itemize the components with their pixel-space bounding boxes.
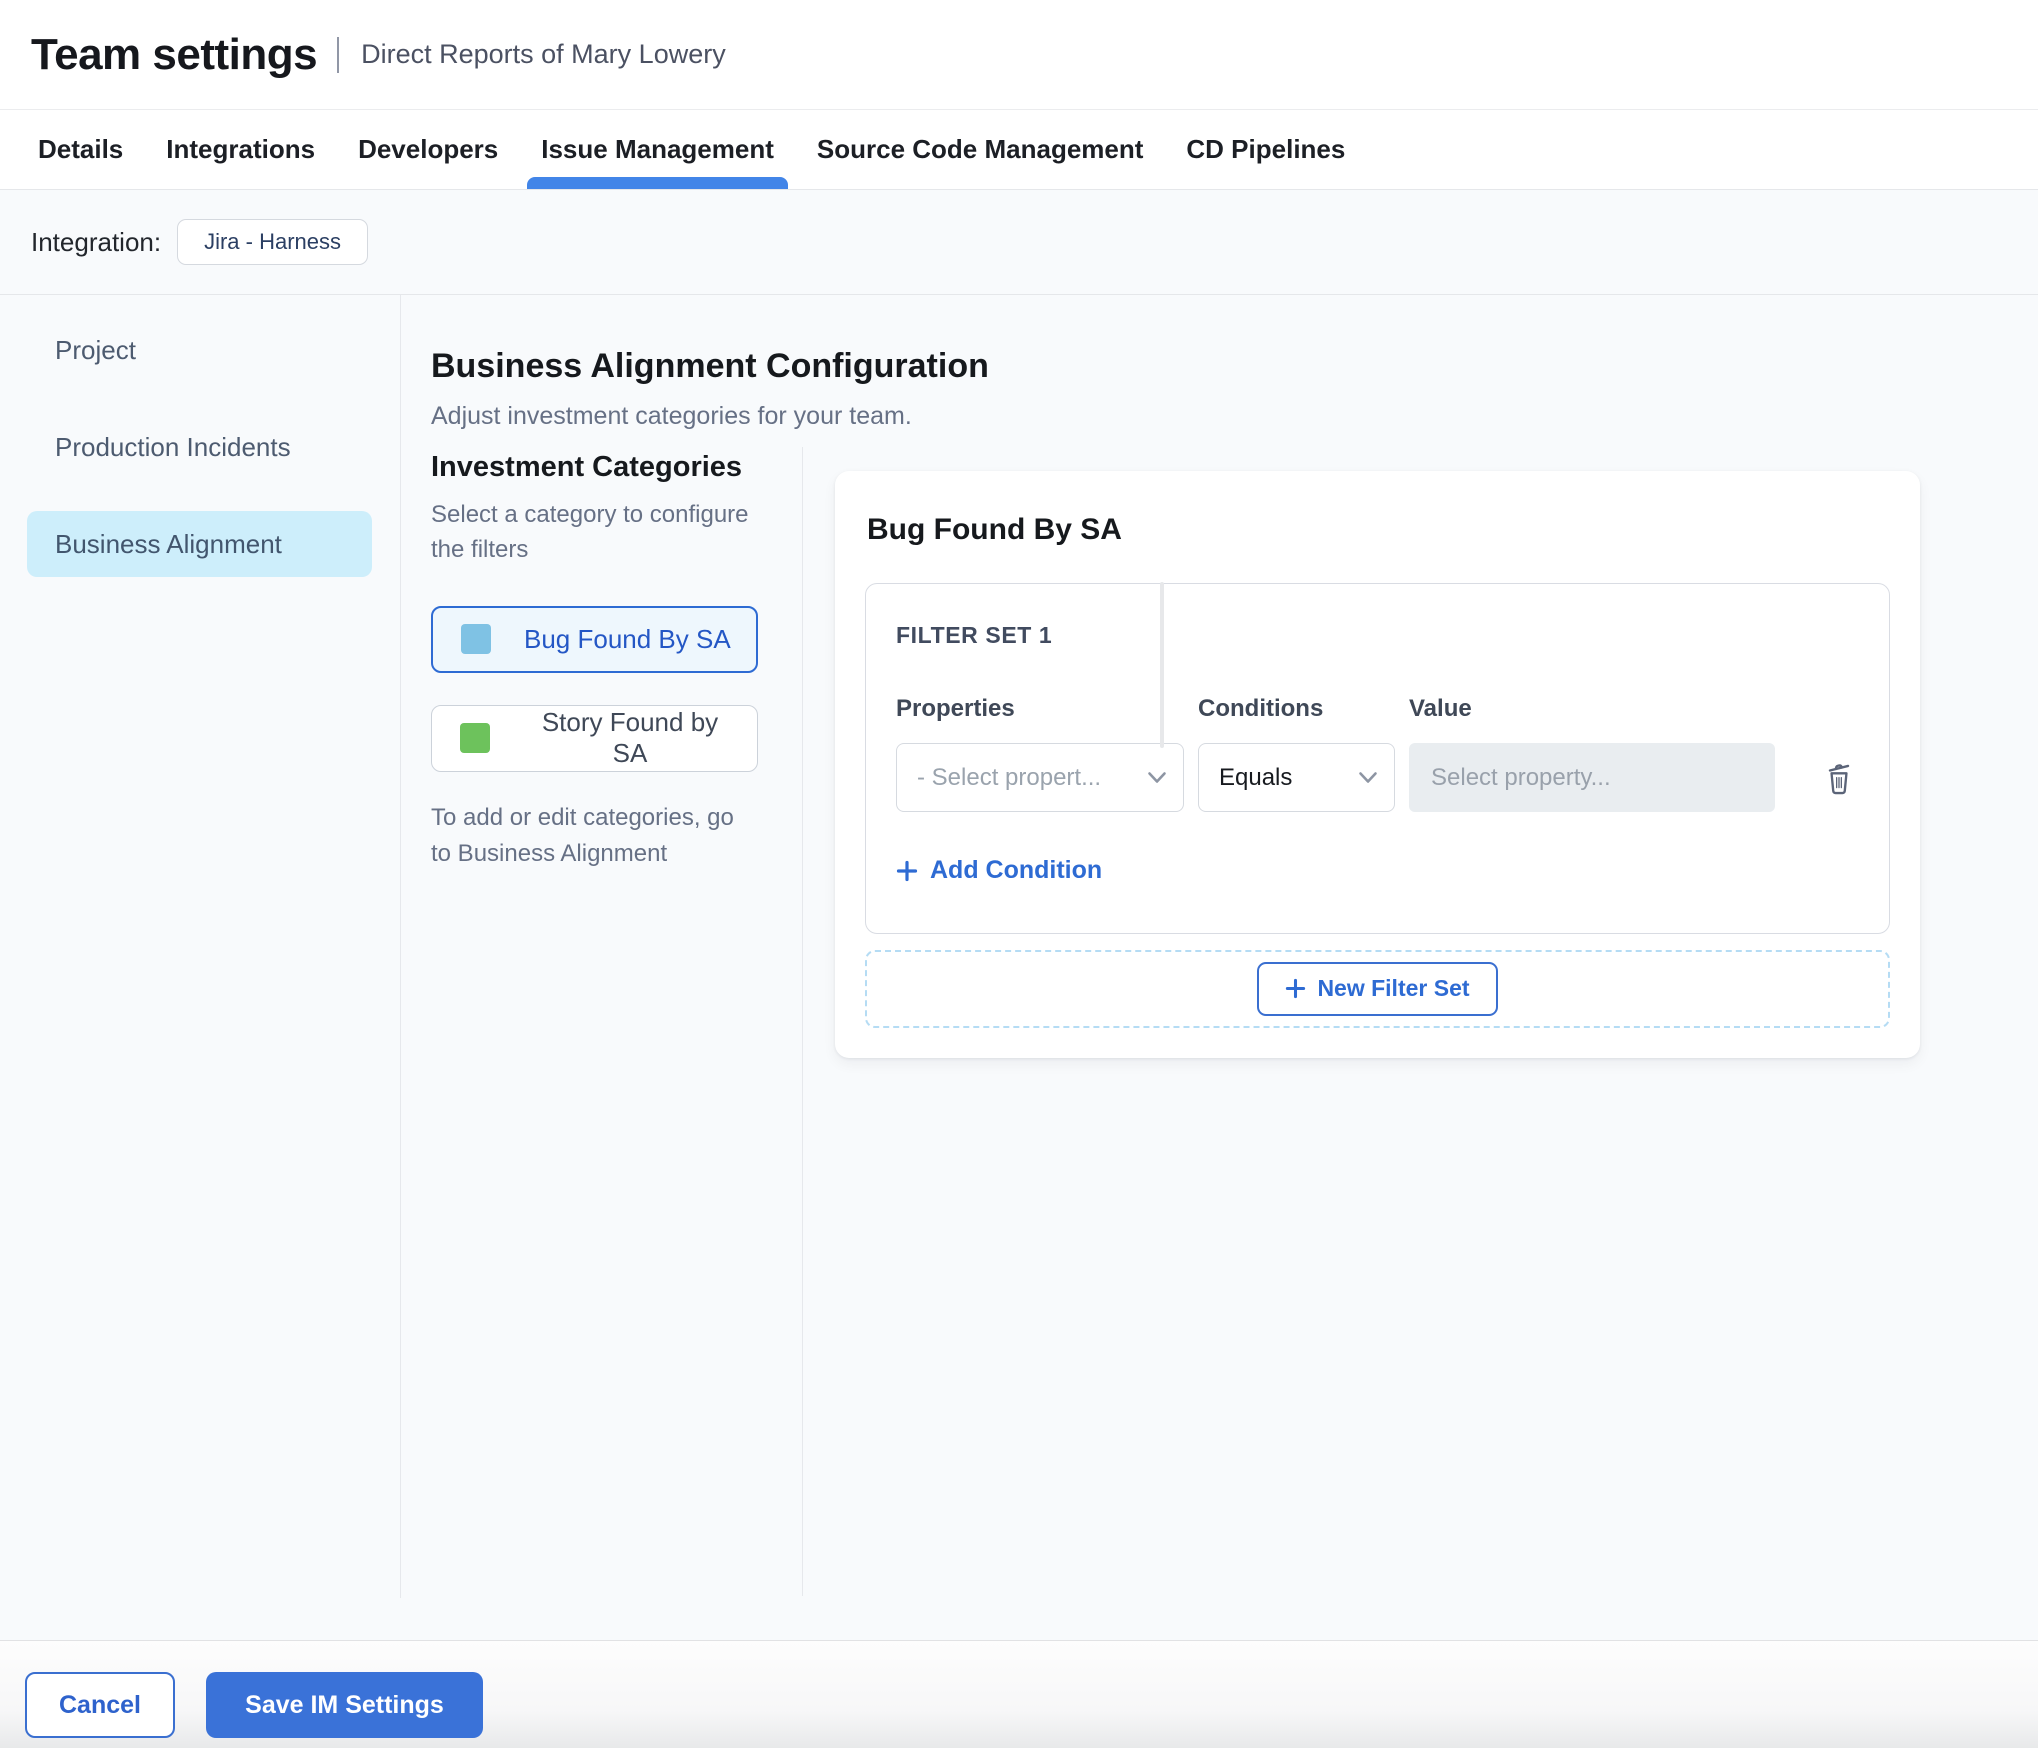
settings-footer: Cancel Save IM Settings xyxy=(0,1640,2038,1748)
title-divider xyxy=(337,36,340,73)
filter-set-label: FILTER SET 1 xyxy=(896,622,1053,648)
filter-card-title: Bug Found By SA xyxy=(867,513,1122,546)
add-condition-button[interactable]: Add Condition xyxy=(896,856,1102,885)
column-header-conditions: Conditions xyxy=(1198,695,1324,722)
settings-sidebar: Project Production Incidents Business Al… xyxy=(0,295,401,1598)
page-title: Team settings xyxy=(31,29,318,79)
filter-set-1: FILTER SET 1 Properties Conditions Value… xyxy=(865,583,1890,934)
section-header: Business Alignment Configuration Adjust … xyxy=(401,295,2038,431)
cancel-button[interactable]: Cancel xyxy=(25,1672,175,1738)
sidebar-item-production-incidents[interactable]: Production Incidents xyxy=(27,414,372,480)
settings-tabbar: Details Integrations Developers Issue Ma… xyxy=(0,110,2038,190)
categories-hint: Select a category to configure the filte… xyxy=(431,501,749,563)
plus-icon xyxy=(896,860,918,882)
page-header: Team settings Direct Reports of Mary Low… xyxy=(0,0,2038,110)
plus-icon xyxy=(1285,978,1306,999)
section-title: Business Alignment Configuration xyxy=(431,347,989,385)
integration-chip[interactable]: Jira - Harness xyxy=(177,219,369,265)
condition-select[interactable]: Equals xyxy=(1198,743,1395,812)
value-input[interactable] xyxy=(1409,743,1775,812)
tab-source-code-management[interactable]: Source Code Management xyxy=(817,110,1144,189)
new-filter-set-button[interactable]: New Filter Set xyxy=(1257,961,1498,1016)
category-label: Story Found by SA xyxy=(541,707,719,769)
filter-condition-row: - Select propert... Equals xyxy=(896,743,1859,812)
save-im-settings-button[interactable]: Save IM Settings xyxy=(206,1672,483,1738)
chevron-down-icon xyxy=(1358,771,1378,784)
property-select[interactable]: - Select propert... xyxy=(896,743,1184,812)
business-alignment-main: Business Alignment Configuration Adjust … xyxy=(401,295,2038,1640)
section-body: Investment Categories Select a category … xyxy=(401,447,2038,1596)
filter-column-headers: Properties Conditions Value xyxy=(896,695,1859,723)
tab-integrations[interactable]: Integrations xyxy=(166,110,315,189)
category-filter-card: Bug Found By SA FILTER SET 1 Properties … xyxy=(835,471,1920,1058)
tab-cd-pipelines[interactable]: CD Pipelines xyxy=(1186,110,1345,189)
tab-details[interactable]: Details xyxy=(38,110,123,189)
investment-categories-panel: Investment Categories Select a category … xyxy=(401,447,803,1596)
add-condition-label: Add Condition xyxy=(930,856,1103,884)
chevron-down-icon xyxy=(1147,771,1167,784)
section-subtitle: Adjust investment categories for your te… xyxy=(431,402,912,430)
sidebar-item-business-alignment[interactable]: Business Alignment xyxy=(27,511,372,577)
new-filter-set-zone: New Filter Set xyxy=(865,949,1890,1028)
team-name: Direct Reports of Mary Lowery xyxy=(361,39,726,69)
sidebar-item-project[interactable]: Project xyxy=(27,317,372,383)
integration-row: Integration: Jira - Harness xyxy=(0,190,2038,295)
categories-heading: Investment Categories xyxy=(431,451,743,483)
category-story-found-by-sa[interactable]: Story Found by SA xyxy=(431,704,758,772)
condition-select-value: Equals xyxy=(1219,763,1293,791)
trash-icon xyxy=(1821,763,1857,800)
filter-config-panel: Bug Found By SA FILTER SET 1 Properties … xyxy=(803,447,2038,1058)
tab-developers[interactable]: Developers xyxy=(358,110,498,189)
team-settings-page: Team settings Direct Reports of Mary Low… xyxy=(0,0,2038,1748)
category-label: Bug Found By SA xyxy=(524,623,731,654)
integration-label: Integration: xyxy=(31,226,162,257)
category-list-scrollbar[interactable] xyxy=(1160,582,1164,748)
settings-content: Project Production Incidents Business Al… xyxy=(0,295,2038,1640)
new-filter-set-label: New Filter Set xyxy=(1317,975,1470,1001)
column-header-value: Value xyxy=(1409,695,1472,722)
category-color-swatch xyxy=(460,723,490,754)
property-select-placeholder: - Select propert... xyxy=(917,763,1102,791)
tab-issue-management[interactable]: Issue Management xyxy=(527,110,788,189)
category-bug-found-by-sa[interactable]: Bug Found By SA xyxy=(431,605,758,673)
column-header-properties: Properties xyxy=(896,695,1015,722)
category-color-swatch xyxy=(461,624,491,655)
categories-note: To add or edit categories, go to Busines… xyxy=(431,803,734,867)
delete-condition-button[interactable] xyxy=(1817,755,1861,801)
